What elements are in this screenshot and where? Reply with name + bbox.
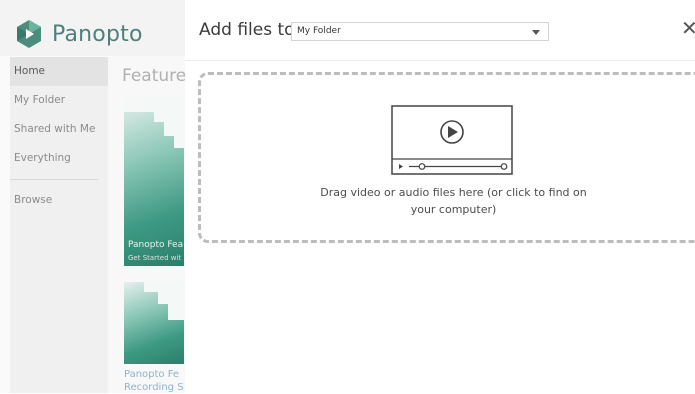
add-files-dialog: Add files to My Folder ✕ Drag video or a… <box>185 0 695 393</box>
panopto-logo[interactable]: Panopto <box>14 18 143 50</box>
sidebar-item-home[interactable]: Home <box>10 57 108 86</box>
featured-card-title[interactable]: Panopto Fea <box>128 240 183 250</box>
dialog-title: Add files to <box>199 20 295 40</box>
featured-card-link-sub[interactable]: Recording S <box>124 381 184 394</box>
file-dropzone[interactable]: Drag video or audio files here (or click… <box>198 72 695 243</box>
brand-name: Panopto <box>52 21 143 47</box>
dropzone-instructions: Drag video or audio files here (or click… <box>320 186 587 216</box>
chevron-down-icon <box>532 30 540 35</box>
sidebar-item-everything[interactable]: Everything <box>10 144 108 173</box>
folder-select[interactable]: My Folder <box>291 22 549 41</box>
panopto-logo-icon <box>17 20 41 48</box>
featured-card-link[interactable]: Panopto Fe <box>124 368 179 381</box>
sidebar-divider <box>10 179 98 180</box>
sidebar-item-browse[interactable]: Browse <box>10 186 108 215</box>
folder-select-value: My Folder <box>297 26 341 36</box>
close-button[interactable]: ✕ <box>681 18 695 38</box>
sidebar-item-my-folder[interactable]: My Folder <box>10 86 108 115</box>
sidebar-item-shared-with-me[interactable]: Shared with Me <box>10 115 108 144</box>
featured-card-subtitle: Get Started wit <box>128 254 182 262</box>
featured-card-thumbnail[interactable] <box>124 282 184 364</box>
dialog-header: Add files to My Folder ✕ <box>185 0 695 61</box>
video-player-icon <box>391 105 513 175</box>
sidebar: Home My Folder Shared with Me Everything… <box>10 57 108 393</box>
